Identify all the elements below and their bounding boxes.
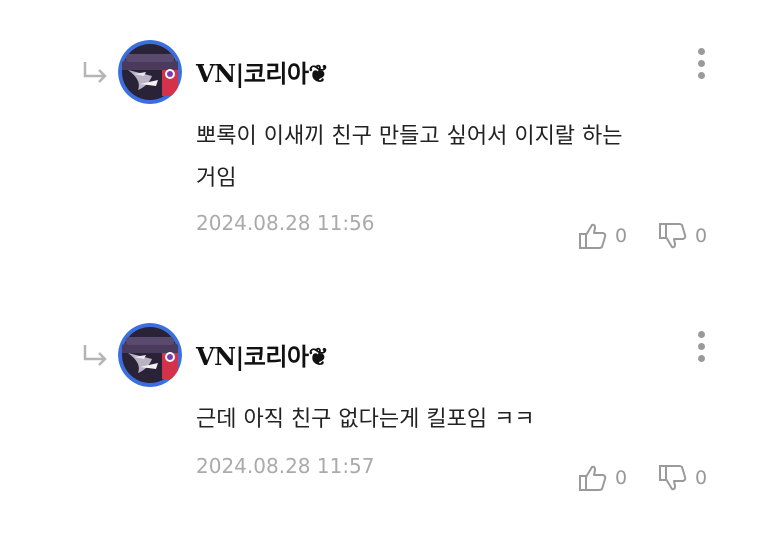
like-count: 0 bbox=[615, 467, 628, 489]
thumbs-down-icon bbox=[659, 465, 687, 491]
comment-item: VN|코리아❦ 근데 아직 친구 없다는게 킬포임 ㅋㅋ 2024.08.28 … bbox=[0, 283, 768, 533]
thumbs-up-icon bbox=[579, 465, 607, 491]
comment-timestamp: 2024.08.28 11:57 bbox=[196, 454, 375, 478]
thumbs-down-icon bbox=[659, 223, 687, 249]
comment-timestamp: 2024.08.28 11:56 bbox=[196, 211, 375, 235]
username[interactable]: VN|코리아❦ bbox=[196, 56, 329, 92]
reply-arrow-icon bbox=[83, 62, 107, 83]
like-count: 0 bbox=[615, 225, 628, 247]
like-button[interactable]: 0 bbox=[577, 462, 627, 494]
more-options-button[interactable] bbox=[690, 48, 712, 84]
dislike-button[interactable]: 0 bbox=[657, 220, 707, 252]
more-options-button[interactable] bbox=[690, 331, 712, 367]
like-button[interactable]: 0 bbox=[577, 220, 627, 252]
dislike-count: 0 bbox=[695, 467, 708, 489]
avatar[interactable] bbox=[118, 40, 182, 104]
thumbs-up-icon bbox=[579, 223, 607, 249]
reply-arrow-icon bbox=[83, 345, 107, 366]
comment-text: 근데 아직 친구 없다는게 킬포임 ㅋㅋ bbox=[196, 407, 535, 432]
dislike-count: 0 bbox=[695, 225, 708, 247]
comment-item: VN|코리아❦ 뽀록이 이새끼 친구 만들고 싶어서 이지랄 하는 거임 202… bbox=[0, 0, 768, 250]
avatar[interactable] bbox=[118, 323, 182, 387]
more-vertical-icon bbox=[697, 331, 705, 338]
more-vertical-icon bbox=[697, 48, 705, 55]
dislike-button[interactable]: 0 bbox=[657, 462, 707, 494]
username[interactable]: VN|코리아❦ bbox=[196, 339, 329, 375]
comment-text: 뽀록이 이새끼 친구 만들고 싶어서 이지랄 하는 거임 bbox=[196, 124, 623, 191]
